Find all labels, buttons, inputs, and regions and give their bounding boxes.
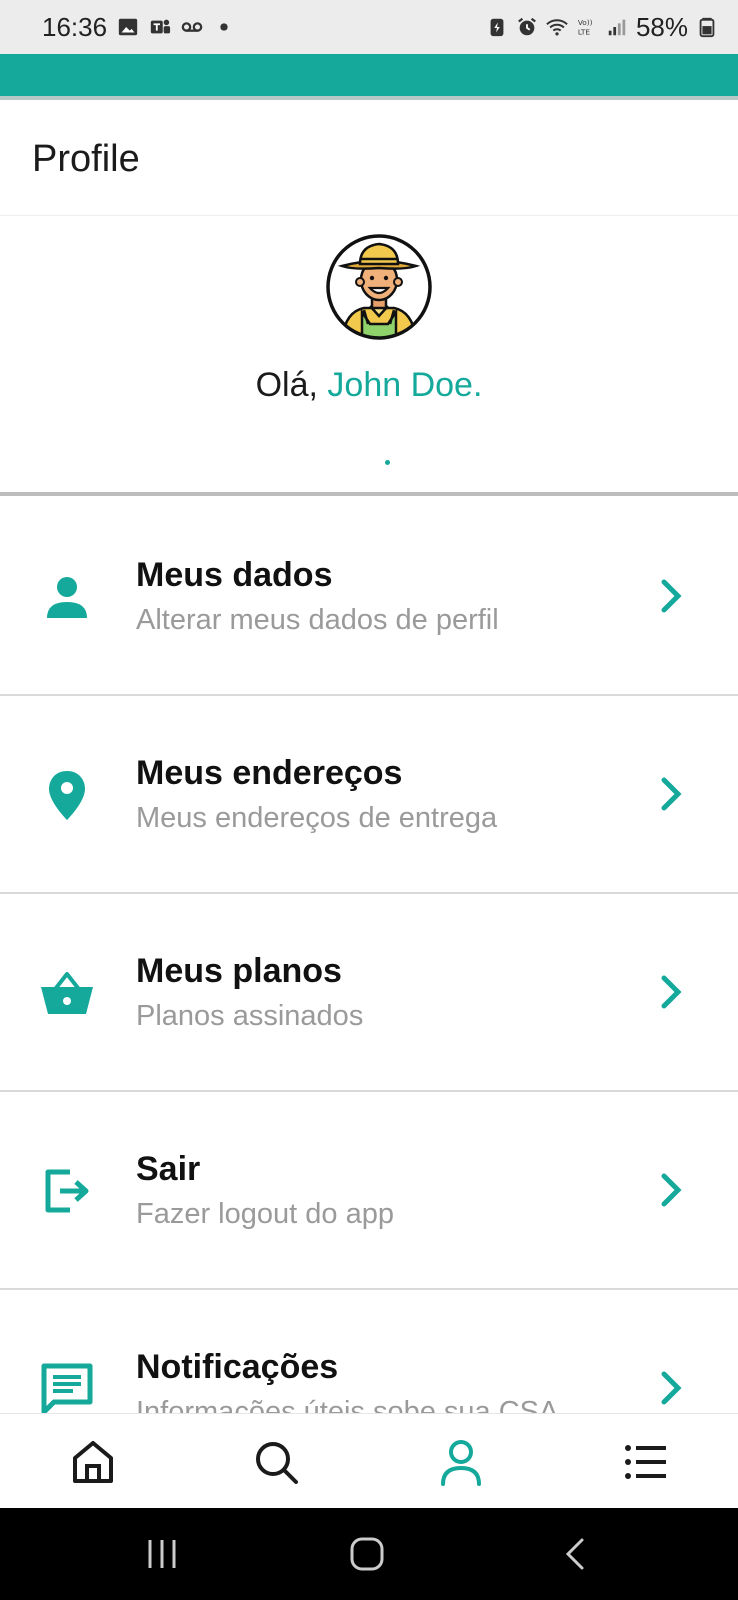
page-header: Profile (0, 104, 738, 216)
location-pin-icon (49, 771, 85, 820)
basket-icon (41, 972, 93, 1014)
battery-percent: 58% (635, 11, 688, 42)
app-top-bar (0, 54, 738, 100)
chevron-right-icon (661, 777, 682, 811)
status-bar: 16:36 Vo)) LTE 58% (0, 0, 738, 54)
menu-item-subtitle: Alterar meus dados de perfil (136, 604, 499, 636)
logout-icon (45, 1169, 89, 1213)
message-icon (41, 1363, 93, 1415)
dot-icon (220, 23, 228, 31)
menu-list-icon[interactable] (622, 1438, 670, 1486)
menu-item-subtitle: Planos assinados (136, 1000, 364, 1032)
menu-item-sair[interactable]: Sair Fazer logout do app (0, 1092, 738, 1290)
back-icon[interactable] (558, 1536, 598, 1572)
menu-item-title: Meus endereços (136, 754, 403, 792)
farmer-avatar-icon (326, 234, 432, 340)
wifi-icon (546, 19, 568, 36)
image-icon (118, 18, 138, 36)
greeting-prefix: Olá, (255, 366, 328, 404)
alarm-icon (518, 17, 536, 36)
page-title: Profile (32, 138, 140, 180)
chevron-right-icon (661, 1371, 682, 1405)
chevron-right-icon (661, 1173, 682, 1207)
chevron-right-icon (661, 579, 682, 613)
greeting: Olá, John Doe. (0, 366, 738, 405)
profile-card: Olá, John Doe. (0, 216, 738, 496)
menu-item-subtitle: Fazer logout do app (136, 1198, 394, 1230)
menu-item-subtitle: Meus endereços de entrega (136, 802, 498, 834)
menu-item-title: Meus planos (136, 952, 342, 990)
menu-item-title: Meus dados (136, 556, 333, 594)
teams-icon (150, 19, 171, 34)
person-icon (47, 577, 87, 618)
volte-icon: Vo))LTE (578, 18, 593, 36)
profile-menu: Meus dados Alterar meus dados de perfil … (0, 498, 738, 1488)
menu-item-title: Notificações (136, 1348, 339, 1386)
menu-item-title: Sair (136, 1150, 201, 1188)
signal-icon (608, 19, 626, 36)
recents-icon[interactable] (142, 1536, 182, 1572)
user-name: John Doe. (327, 366, 483, 404)
system-nav-bar (0, 1508, 738, 1600)
status-time: 16:36 (42, 11, 108, 42)
voicemail-icon (181, 22, 203, 32)
menu-item-meus-dados[interactable]: Meus dados Alterar meus dados de perfil (0, 498, 738, 696)
svg-text:Vo)): Vo)) (578, 18, 593, 27)
home-icon[interactable] (69, 1438, 117, 1486)
profile-icon[interactable] (437, 1438, 485, 1486)
home-circle-icon[interactable] (348, 1536, 388, 1572)
battery-saver-icon (490, 18, 504, 37)
search-icon[interactable] (252, 1438, 300, 1486)
loading-dot (385, 460, 390, 465)
svg-text:LTE: LTE (578, 27, 591, 36)
menu-item-meus-planos[interactable]: Meus planos Planos assinados (0, 894, 738, 1092)
chevron-right-icon (661, 975, 682, 1009)
bottom-nav (0, 1413, 738, 1508)
menu-item-meus-enderecos[interactable]: Meus endereços Meus endereços de entrega (0, 696, 738, 894)
battery-icon (699, 17, 715, 38)
